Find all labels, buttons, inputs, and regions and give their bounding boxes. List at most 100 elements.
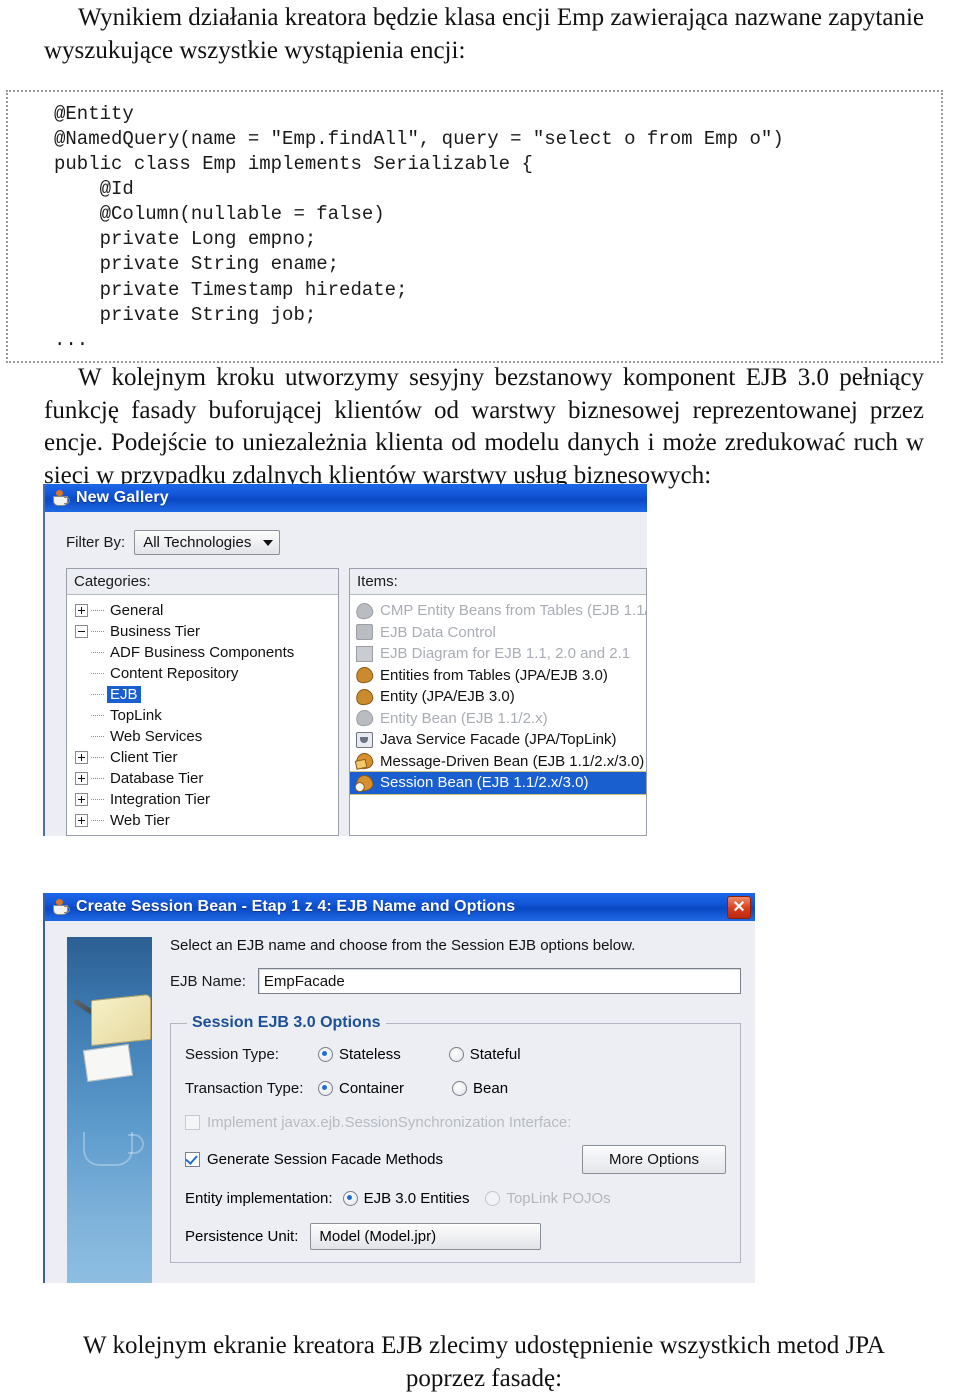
category-tree-row[interactable]: Database Tier — [67, 768, 338, 789]
message-bean-icon — [354, 751, 375, 771]
persistence-unit-dropdown[interactable]: Model (Model.jpr) — [310, 1223, 542, 1250]
category-label: Content Repository — [110, 665, 239, 682]
transaction-type-label: Transaction Type: — [185, 1080, 304, 1097]
tree-connector — [91, 630, 104, 633]
gallery-item-row: EJB Data Control — [350, 622, 646, 644]
category-label: Web Services — [110, 728, 203, 745]
gallery-item-label: Session Bean (EJB 1.1/2.x/3.0) — [380, 774, 589, 792]
categories-panel: Categories: General Business Tier ADF Busi… — [66, 568, 339, 836]
gallery-item-row[interactable]: Entity (JPA/EJB 3.0) — [350, 686, 646, 708]
gallery-item-label: Entity (JPA/EJB 3.0) — [380, 688, 515, 706]
gallery-item-label: Entities from Tables (JPA/EJB 3.0) — [380, 666, 608, 684]
expand-icon[interactable] — [75, 814, 88, 827]
radio-icon[interactable] — [452, 1081, 468, 1096]
items-panel: Items: CMP Entity Beans from Tables (EJB… — [349, 568, 647, 836]
coffee-cup-icon — [83, 1132, 144, 1166]
checkbox-icon[interactable] — [185, 1152, 200, 1167]
session-type-stateless-label: Stateless — [339, 1046, 401, 1063]
ejb-name-label: EJB Name: — [170, 972, 246, 990]
more-options-button[interactable]: More Options — [581, 1145, 726, 1174]
generate-session-facade-label: Generate Session Facade Methods — [207, 1151, 443, 1168]
gallery-item-row[interactable]: Message-Driven Bean (EJB 1.1/2.x/3.0) — [350, 751, 646, 773]
jdeveloper-cup-icon — [52, 898, 70, 916]
gallery-item-label: EJB Data Control — [380, 623, 496, 641]
expand-icon[interactable] — [75, 604, 88, 617]
category-tree-row[interactable]: ADF Business Components — [67, 642, 338, 663]
bean-icon — [354, 708, 375, 728]
category-label: EJB — [107, 686, 141, 703]
new-gallery-titlebar: New Gallery — [45, 484, 647, 512]
radio-icon[interactable] — [318, 1047, 333, 1062]
category-label: Client Tier — [110, 749, 178, 766]
entity-implementation-label: Entity implementation: — [185, 1190, 333, 1207]
gallery-item-row[interactable]: Java Service Facade (JPA/TopLink) — [350, 729, 646, 751]
filter-by-dropdown[interactable]: All Technologies — [134, 530, 281, 555]
radio-icon — [485, 1191, 501, 1206]
bean-icon — [354, 601, 375, 621]
tree-connector — [91, 609, 104, 612]
category-tree-row[interactable]: Web Tier — [67, 810, 338, 831]
categories-tree: General Business Tier ADF Business Compone… — [67, 595, 338, 835]
session-bean-icon — [354, 773, 375, 793]
expand-icon[interactable] — [75, 793, 88, 806]
paragraph-top: Wynikiem działania kreatora będzie klasa… — [44, 4, 924, 64]
collapse-icon[interactable] — [75, 625, 88, 638]
category-label: Business Tier — [110, 623, 201, 640]
category-tree-row[interactable]: EJB — [67, 684, 338, 705]
expand-icon[interactable] — [75, 751, 88, 764]
transaction-type-container[interactable]: Container — [318, 1080, 404, 1097]
gallery-item-row[interactable]: Entities from Tables (JPA/EJB 3.0) — [350, 665, 646, 687]
document-page: Wynikiem działania kreatora będzie klasa… — [0, 0, 960, 1392]
session-type-stateless[interactable]: Stateless — [318, 1046, 401, 1063]
entity-implementation-row: Entity implementation: EJB 3.0 Entities … — [185, 1190, 726, 1207]
paragraph-middle: W kolejnym kroku utworzymy sesyjny bezst… — [44, 364, 924, 489]
diagram-icon — [356, 645, 373, 662]
tree-connector — [91, 798, 104, 801]
chevron-down-icon — [263, 539, 274, 546]
gallery-item-row: CMP Entity Beans from Tables (EJB 1.1/2.… — [350, 600, 646, 622]
session-synchronization-checkbox-row: Implement javax.ejb.SessionSynchronizati… — [185, 1114, 726, 1131]
category-tree-row[interactable]: Web Services — [67, 726, 338, 747]
session-type-stateful[interactable]: Stateful — [448, 1046, 521, 1063]
ejb-name-input[interactable]: EmpFacade — [257, 968, 741, 994]
entity-impl-ejb30[interactable]: EJB 3.0 Entities — [342, 1190, 469, 1207]
create-session-bean-dialog: Create Session Bean - Etap 1 z 4: EJB Na… — [43, 893, 755, 1283]
categories-header: Categories: — [67, 569, 338, 595]
category-tree-row[interactable]: Client Tier — [67, 747, 338, 768]
transaction-type-bean-label: Bean — [473, 1080, 509, 1097]
radio-icon[interactable] — [318, 1081, 333, 1096]
generate-session-facade-checkbox[interactable]: Generate Session Facade Methods — [185, 1151, 443, 1168]
category-tree-row[interactable]: Business Tier — [67, 621, 338, 642]
bean-icon — [354, 687, 375, 707]
gallery-item-row[interactable]: Session Bean (EJB 1.1/2.x/3.0) — [350, 771, 646, 795]
expand-icon[interactable] — [75, 772, 88, 785]
radio-icon[interactable] — [342, 1191, 358, 1206]
folder-icon — [91, 993, 151, 1047]
category-tree-row[interactable]: Integration Tier — [67, 789, 338, 810]
tree-connector — [91, 756, 104, 759]
category-tree-row[interactable]: TopLink — [67, 705, 338, 726]
session-ejb-options-legend: Session EJB 3.0 Options — [192, 1014, 381, 1031]
data-control-icon — [356, 624, 373, 641]
radio-icon[interactable] — [448, 1047, 464, 1062]
persistence-unit-label: Persistence Unit: — [185, 1228, 299, 1245]
new-gallery-title: New Gallery — [76, 489, 169, 506]
session-ejb-options-group: Session EJB 3.0 Options Session Type: St… — [170, 1014, 741, 1263]
category-tree-row[interactable]: Content Repository — [67, 663, 338, 684]
category-label: Web Tier — [110, 812, 170, 829]
items-list: CMP Entity Beans from Tables (EJB 1.1/2.… — [350, 595, 646, 835]
transaction-type-bean[interactable]: Bean — [452, 1080, 508, 1097]
tree-connector — [91, 819, 104, 822]
gallery-item-label: Message-Driven Bean (EJB 1.1/2.x/3.0) — [380, 752, 645, 770]
items-header: Items: — [350, 569, 646, 595]
category-tree-row[interactable]: General — [67, 600, 338, 621]
tree-connector — [91, 672, 107, 675]
gallery-panels: Categories: General Business Tier ADF Busi… — [66, 568, 647, 836]
wizard-hint: Select an EJB name and choose from the S… — [170, 937, 636, 954]
paper-icon — [82, 1043, 134, 1083]
session-synchronization-label: Implement javax.ejb.SessionSynchronizati… — [207, 1114, 572, 1131]
category-label: TopLink — [110, 707, 162, 724]
close-icon[interactable]: ✕ — [727, 896, 751, 919]
tree-connector — [91, 777, 104, 780]
filter-row: Filter By: All Technologies — [66, 530, 281, 555]
